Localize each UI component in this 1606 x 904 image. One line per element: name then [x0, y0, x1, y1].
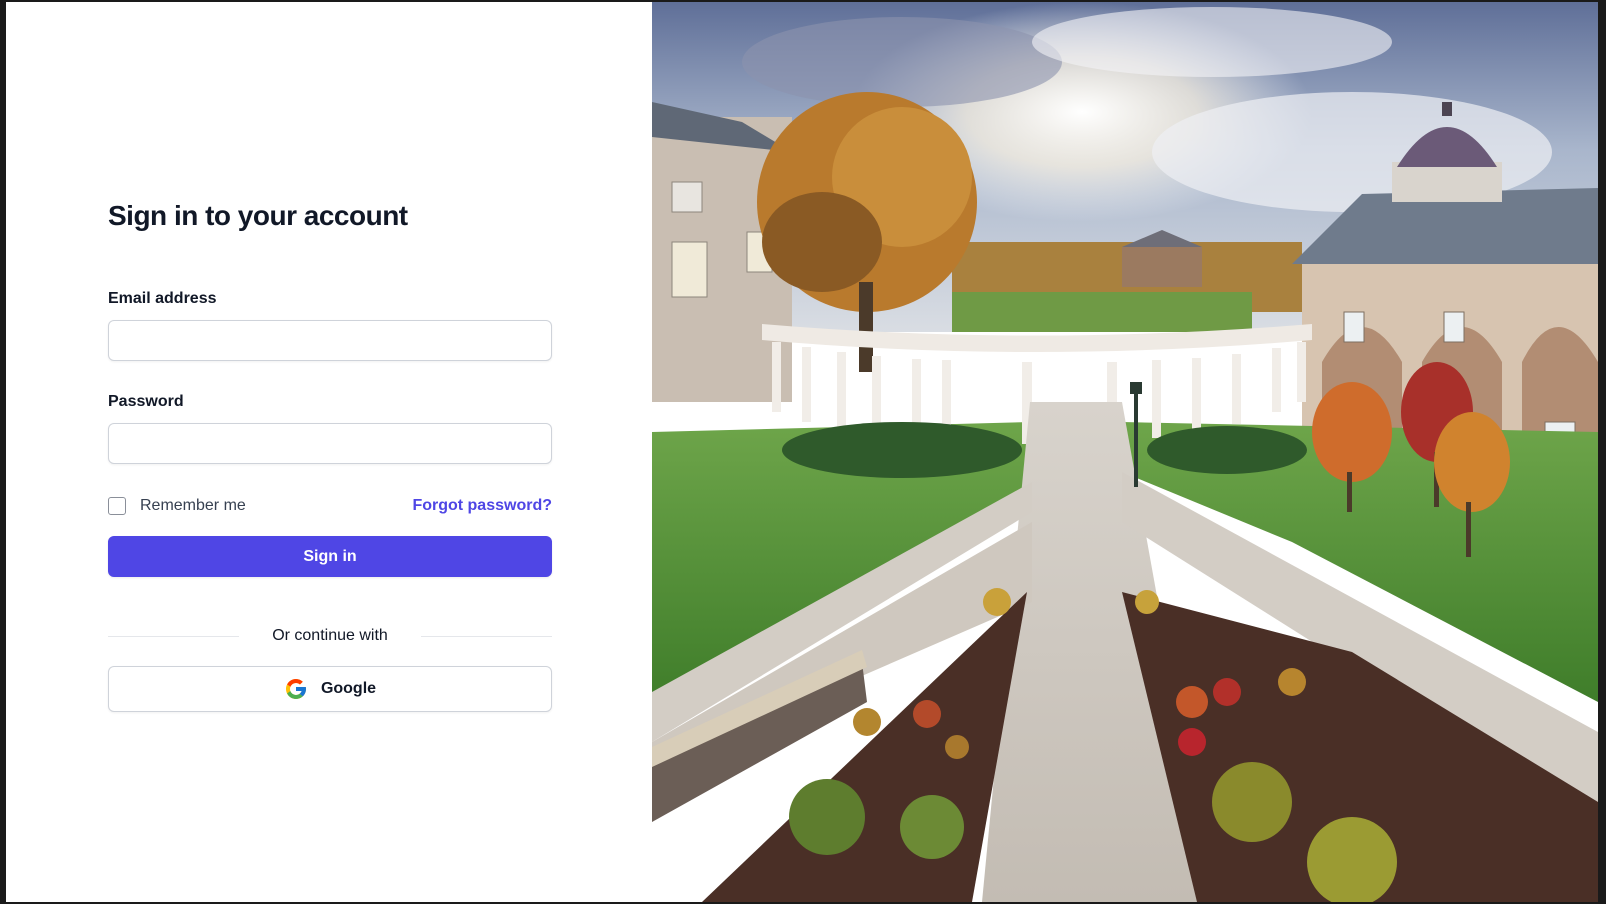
remember-me-checkbox[interactable]	[108, 497, 126, 515]
login-panel: Sign in to your account Email address Pa…	[6, 2, 652, 902]
login-form: Sign in to your account Email address Pa…	[108, 198, 552, 712]
app-window: Sign in to your account Email address Pa…	[6, 2, 1598, 902]
google-button-label: Google	[320, 680, 377, 697]
remember-forgot-row: Remember me Forgot password?	[108, 495, 552, 517]
or-continue-divider: Or continue with	[108, 625, 552, 647]
campus-hero-image	[652, 2, 1598, 902]
email-label: Email address	[108, 290, 217, 307]
divider-text: Or continue with	[272, 627, 388, 644]
remember-me-control[interactable]: Remember me	[108, 497, 246, 515]
divider-line-right	[421, 636, 552, 637]
password-label: Password	[108, 393, 184, 410]
google-icon	[285, 679, 306, 699]
sign-in-button[interactable]: Sign in	[108, 536, 552, 577]
password-field[interactable]	[108, 423, 552, 464]
forgot-password-link[interactable]: Forgot password?	[412, 497, 552, 515]
divider-line-left	[108, 636, 239, 637]
email-field[interactable]	[108, 320, 552, 361]
google-sign-in-button[interactable]: Google	[108, 666, 552, 712]
campus-photo-illustration	[652, 2, 1598, 902]
page-title: Sign in to your account	[108, 200, 408, 231]
remember-me-label[interactable]: Remember me	[140, 497, 246, 515]
